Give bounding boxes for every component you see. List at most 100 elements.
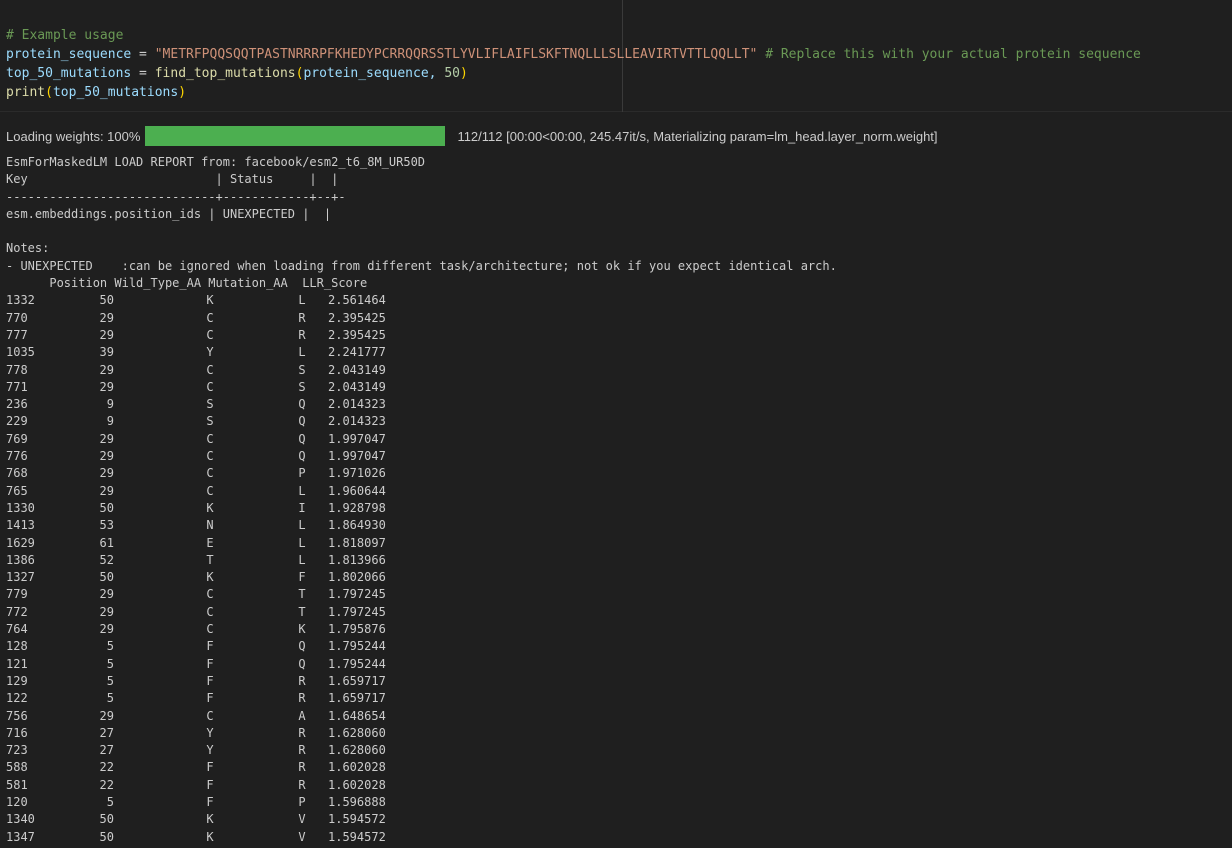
- argument: top_50_mutations: [52, 85, 179, 100]
- table-row: 1413 53 N L 1.864930: [6, 517, 1226, 534]
- row-index: 1347: [6, 829, 35, 844]
- table-row: 588 22 F R 1.602028: [6, 759, 1226, 776]
- cell-wild-type: C: [206, 708, 214, 723]
- load-report: EsmForMaskedLM LOAD REPORT from: faceboo…: [6, 155, 837, 273]
- cell-mutation: T: [298, 604, 306, 619]
- table-row: 1347 50 K V 1.594572: [6, 829, 1226, 846]
- cell-position: 29: [99, 310, 114, 325]
- results-table: Position Wild_Type_AA Mutation_AA LLR_Sc…: [6, 275, 1226, 846]
- cell-wild-type: Y: [206, 725, 214, 740]
- table-row: 1332 50 K L 2.561464: [6, 292, 1226, 309]
- cell-position: 39: [99, 345, 114, 360]
- cell-wild-type: K: [206, 570, 214, 585]
- cell-position: 29: [99, 466, 114, 481]
- cell-position: 5: [106, 794, 114, 809]
- paren: (: [45, 85, 53, 100]
- cell-llr-score: 1.602028: [328, 760, 386, 775]
- cell-mutation: L: [298, 552, 306, 567]
- cell-wild-type: K: [206, 500, 214, 515]
- table-row: 779 29 C T 1.797245: [6, 586, 1226, 603]
- row-index: 777: [6, 327, 28, 342]
- row-index: 129: [6, 673, 28, 688]
- cell-llr-score: 1.997047: [328, 431, 386, 446]
- row-index: 121: [6, 656, 28, 671]
- row-index: 716: [6, 725, 28, 740]
- table-row: 777 29 C R 2.395425: [6, 327, 1226, 344]
- row-index: 723: [6, 743, 28, 758]
- row-index: 128: [6, 639, 28, 654]
- row-index: 1327: [6, 570, 35, 585]
- cell-llr-score: 1.594572: [328, 829, 386, 844]
- cell-wild-type: C: [206, 604, 214, 619]
- paren: ): [459, 66, 468, 81]
- cell-llr-score: 1.628060: [328, 743, 386, 758]
- cell-mutation: R: [298, 777, 306, 792]
- cell-wild-type: C: [206, 362, 214, 377]
- cell-wild-type: C: [206, 587, 214, 602]
- table-row: 771 29 C S 2.043149: [6, 379, 1226, 396]
- cell-wild-type: T: [206, 552, 214, 567]
- table-header: Position Wild_Type_AA Mutation_AA LLR_Sc…: [6, 275, 1226, 292]
- row-index: 776: [6, 449, 28, 464]
- cell-position: 29: [99, 327, 114, 342]
- cell-position: 22: [99, 760, 114, 775]
- code-line-2: protein_sequence = "METRFPQQSQQTPASTNRRR…: [6, 45, 1141, 64]
- table-row: 121 5 F Q 1.795244: [6, 656, 1226, 673]
- cell-llr-score: 2.043149: [328, 379, 386, 394]
- cell-llr-score: 1.818097: [328, 535, 386, 550]
- argument: protein_sequence,: [303, 66, 445, 81]
- cell-llr-score: 1.928798: [328, 500, 386, 515]
- table-row: 776 29 C Q 1.997047: [6, 448, 1226, 465]
- cell-mutation: Q: [298, 449, 306, 464]
- cell-wild-type: C: [206, 449, 214, 464]
- cell-position: 29: [99, 483, 114, 498]
- cell-position: 29: [99, 449, 114, 464]
- cell-wild-type: Y: [206, 345, 214, 360]
- cell-wild-type: K: [206, 293, 214, 308]
- cell-mutation: Q: [298, 656, 306, 671]
- table-row: 581 22 F R 1.602028: [6, 777, 1226, 794]
- cell-mutation: L: [298, 293, 306, 308]
- cell-mutation: K: [298, 622, 306, 637]
- cell-llr-score: 1.659717: [328, 673, 386, 688]
- cell-llr-score: 1.960644: [328, 483, 386, 498]
- cell-position: 22: [99, 777, 114, 792]
- cell-position: 29: [99, 587, 114, 602]
- cell-mutation: R: [298, 673, 306, 688]
- cell-position: 29: [99, 622, 114, 637]
- cell-mutation: P: [298, 466, 306, 481]
- cell-wild-type: F: [206, 794, 214, 809]
- operator: =: [131, 66, 155, 81]
- row-index: 768: [6, 466, 28, 481]
- cell-mutation: L: [298, 518, 306, 533]
- cell-llr-score: 2.014323: [328, 397, 386, 412]
- row-index: 1340: [6, 812, 35, 827]
- progress-bar-fill: [145, 126, 446, 146]
- cell-position: 61: [99, 535, 114, 550]
- table-row: 765 29 C L 1.960644: [6, 483, 1226, 500]
- cell-mutation: A: [298, 708, 306, 723]
- row-index: 588: [6, 760, 28, 775]
- table-row: 723 27 Y R 1.628060: [6, 742, 1226, 759]
- cell-position: 53: [99, 518, 114, 533]
- row-index: 229: [6, 414, 28, 429]
- cell-wild-type: F: [206, 777, 214, 792]
- table-row: 236 9 S Q 2.014323: [6, 396, 1226, 413]
- table-row: 1035 39 Y L 2.241777: [6, 344, 1226, 361]
- cell-mutation: R: [298, 760, 306, 775]
- code-cell[interactable]: # Example usage protein_sequence = "METRF…: [0, 0, 1232, 112]
- cell-llr-score: 1.659717: [328, 691, 386, 706]
- table-row: 1386 52 T L 1.813966: [6, 552, 1226, 569]
- cell-position: 50: [99, 500, 114, 515]
- cell-mutation: L: [298, 345, 306, 360]
- cell-wild-type: E: [206, 535, 214, 550]
- cell-position: 5: [106, 639, 114, 654]
- row-index: 1035: [6, 345, 35, 360]
- cell-wild-type: C: [206, 431, 214, 446]
- row-index: 769: [6, 431, 28, 446]
- code-editor[interactable]: # Example usage protein_sequence = "METRF…: [6, 7, 1141, 140]
- cell-position: 29: [99, 431, 114, 446]
- table-row: 1340 50 K V 1.594572: [6, 811, 1226, 828]
- row-index: 771: [6, 379, 28, 394]
- cell-wild-type: K: [206, 812, 214, 827]
